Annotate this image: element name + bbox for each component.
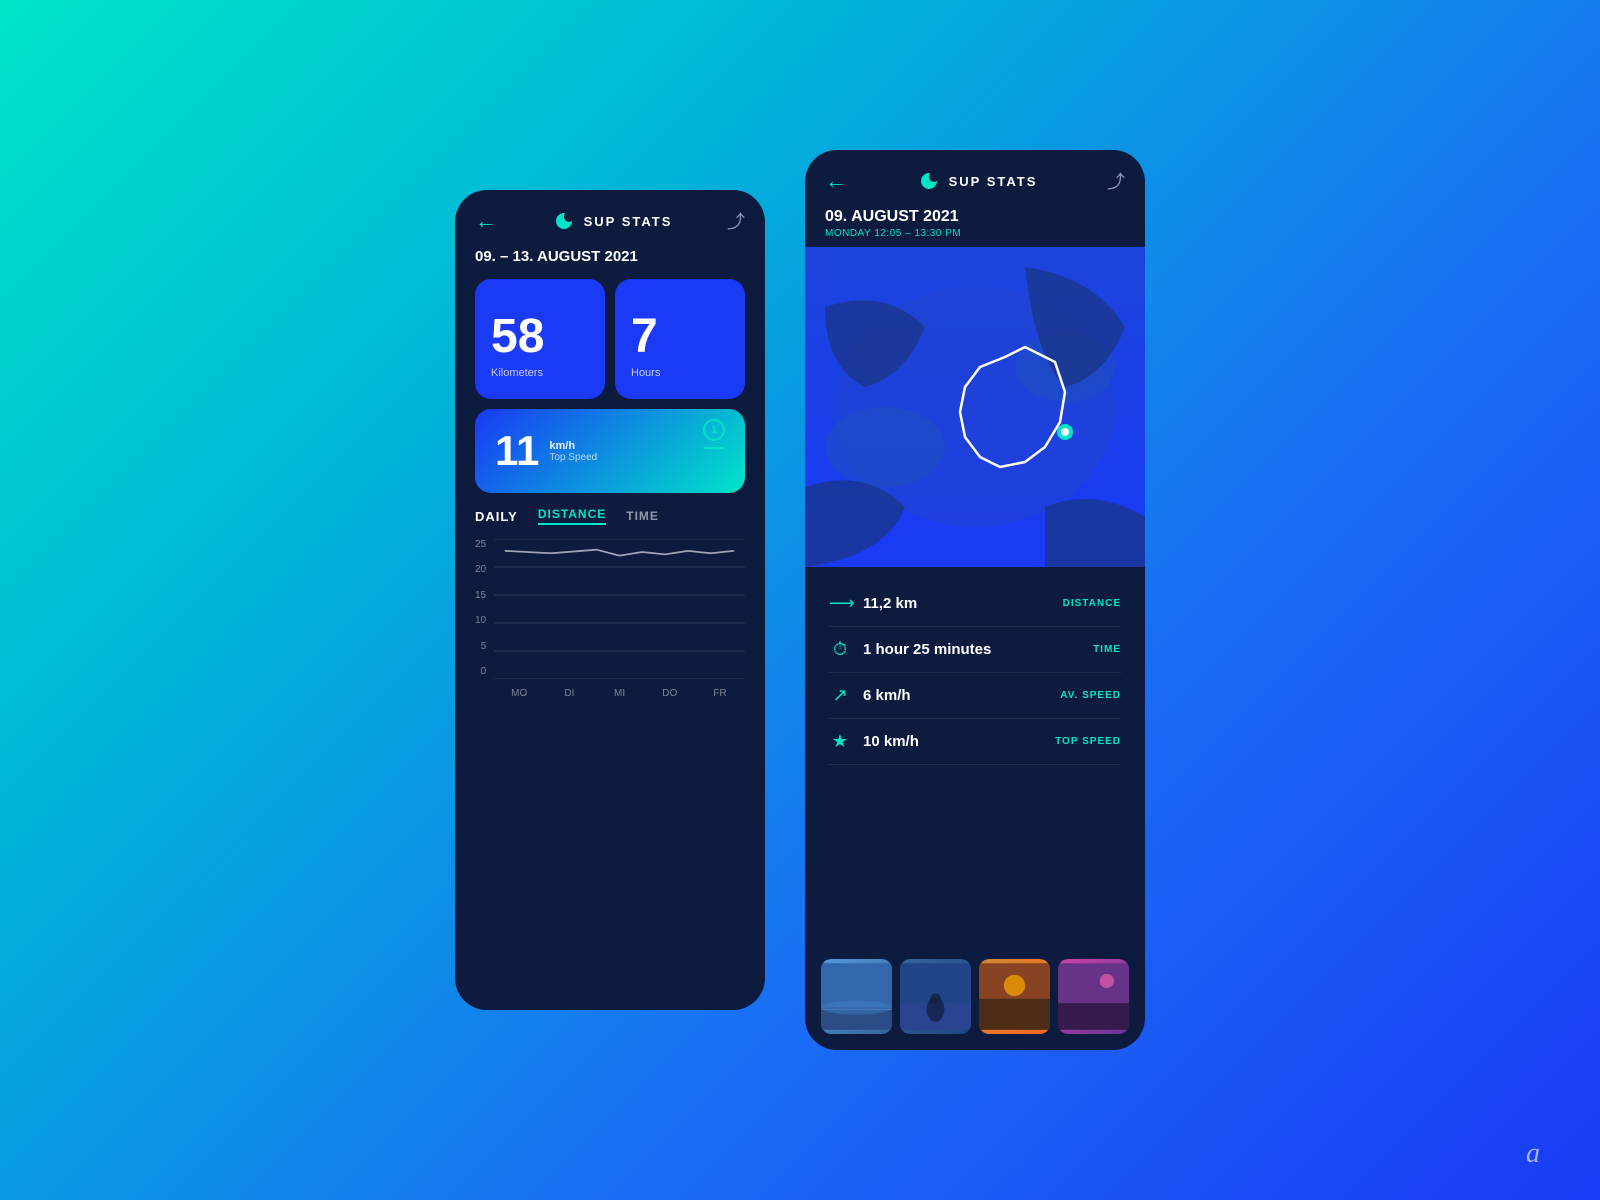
chart-body: MO DI MI DO FR (494, 539, 745, 699)
y-label-25: 25 (475, 539, 486, 550)
km-value: 58 (491, 313, 544, 361)
share-button[interactable]: ⤴ (727, 208, 745, 234)
date-range: 09. – 13. AUGUST 2021 (475, 248, 638, 265)
speed-value: 11 (495, 427, 539, 475)
avg-speed-value: 6 km/h (863, 687, 911, 704)
top-speed-icon: ★ (829, 731, 851, 752)
time-row: ⏱ 1 hour 25 minutes TIME (829, 627, 1121, 673)
photo-thumb-3[interactable] (979, 959, 1050, 1034)
avg-speed-icon: ↗ (829, 685, 851, 706)
speed-sublabel: Top Speed (549, 452, 597, 463)
phone2-subdate: MONDAY 12:05 – 13:30 PM (825, 228, 1125, 247)
phone-1-card: ← SUP STATS ⤴ 09. – 13. AUGUST 2021 58 K… (455, 190, 765, 1010)
phone2-share-button[interactable]: ⤴ (1107, 168, 1125, 194)
distance-key: DISTANCE (1063, 598, 1121, 609)
y-label-15: 15 (475, 590, 486, 601)
y-label-10: 10 (475, 615, 486, 626)
phone-2-card: ← SUP STATS ⤴ 09. AUGUST 2021 MONDAY 12:… (805, 150, 1145, 1050)
phone2-date: 09. AUGUST 2021 (825, 208, 1125, 226)
top-speed-row: ★ 10 km/h TOP SPEED (829, 719, 1121, 765)
y-label-20: 20 (475, 564, 486, 575)
daily-section: DAILY DISTANCE TIME 25 20 15 10 5 0 (455, 507, 765, 1010)
photo-thumb-4[interactable] (1058, 959, 1129, 1034)
hours-label: Hours (631, 367, 660, 379)
app-title: SUP STATS (584, 214, 673, 229)
thumb-img-3 (979, 959, 1050, 1034)
x-label-do: DO (645, 688, 695, 699)
phone2-app-title: SUP STATS (949, 174, 1038, 189)
stats-detail: ⟶ 11,2 km DISTANCE ⏱ 1 hour 25 minutes T… (805, 567, 1145, 947)
watermark: a (1526, 1138, 1540, 1170)
daily-header: DAILY DISTANCE TIME (475, 507, 745, 525)
date-range-row: 09. – 13. AUGUST 2021 (455, 244, 765, 279)
y-label-0: 0 (481, 666, 487, 677)
x-label-mo: MO (494, 688, 544, 699)
route-map (805, 247, 1145, 567)
moon-icon (552, 209, 576, 233)
back-button[interactable]: ← (475, 208, 497, 234)
daily-title: DAILY (475, 509, 518, 524)
thumb-img-2 (900, 959, 971, 1034)
speed-unit: km/h (549, 440, 597, 452)
thumb-img-4 (1058, 959, 1129, 1034)
photo-thumb-2[interactable] (900, 959, 971, 1034)
app-logo: SUP STATS (552, 209, 673, 233)
chart-area: 25 20 15 10 5 0 (475, 539, 745, 699)
y-label-5: 5 (481, 641, 487, 652)
thumb-img-1 (821, 959, 892, 1034)
phone2-header: ← SUP STATS ⤴ (805, 150, 1145, 204)
photo-strip (805, 947, 1145, 1050)
time-icon: ⏱ (829, 639, 851, 660)
time-left: ⏱ 1 hour 25 minutes (829, 639, 991, 660)
map-area (805, 247, 1145, 567)
top-speed-box: 11 km/h Top Speed 1 (475, 409, 745, 493)
distance-icon: ⟶ (829, 593, 851, 614)
trophy-badge: 1 (703, 419, 725, 449)
hours-value: 7 (631, 313, 658, 361)
phone2-app-logo: SUP STATS (917, 169, 1038, 193)
phone2-moon-icon (917, 169, 941, 193)
x-label-di: DI (544, 688, 594, 699)
x-label-fr: FR (695, 688, 745, 699)
thumb-bg-4 (1058, 959, 1129, 1034)
avg-speed-row: ↗ 6 km/h AV. SPEED (829, 673, 1121, 719)
thumb-bg-2 (900, 959, 971, 1034)
time-key: TIME (1093, 644, 1121, 655)
phone1-header: ← SUP STATS ⤴ (455, 190, 765, 244)
avg-speed-key: AV. SPEED (1060, 690, 1121, 701)
thumb-bg-1 (821, 959, 892, 1034)
speed-meta: km/h Top Speed (549, 440, 597, 463)
top-speed-left: ★ 10 km/h (829, 731, 919, 752)
phone2-date-block: 09. AUGUST 2021 MONDAY 12:05 – 13:30 PM (805, 204, 1145, 247)
km-stat-box: 58 Kilometers (475, 279, 605, 399)
chart-svg (494, 539, 745, 679)
hours-stat-box: 7 Hours (615, 279, 745, 399)
km-label: Kilometers (491, 367, 543, 379)
phone2-back-button[interactable]: ← (825, 168, 847, 194)
y-axis: 25 20 15 10 5 0 (475, 539, 486, 699)
photo-thumb-1[interactable] (821, 959, 892, 1034)
top-speed-value: 10 km/h (863, 733, 919, 750)
top-speed-key: TOP SPEED (1055, 736, 1121, 747)
x-label-mi: MI (594, 688, 644, 699)
tab-distance[interactable]: DISTANCE (538, 507, 606, 525)
tab-time[interactable]: TIME (626, 509, 659, 523)
time-value: 1 hour 25 minutes (863, 641, 991, 658)
distance-left: ⟶ 11,2 km (829, 593, 917, 614)
distance-value: 11,2 km (863, 595, 917, 612)
trophy-circle: 1 (703, 419, 725, 441)
avg-speed-left: ↗ 6 km/h (829, 685, 911, 706)
trophy-line (704, 447, 724, 449)
thumb-bg-3 (979, 959, 1050, 1034)
x-axis: MO DI MI DO FR (494, 684, 745, 699)
stats-grid: 58 Kilometers 7 Hours (455, 279, 765, 399)
distance-row: ⟶ 11,2 km DISTANCE (829, 581, 1121, 627)
